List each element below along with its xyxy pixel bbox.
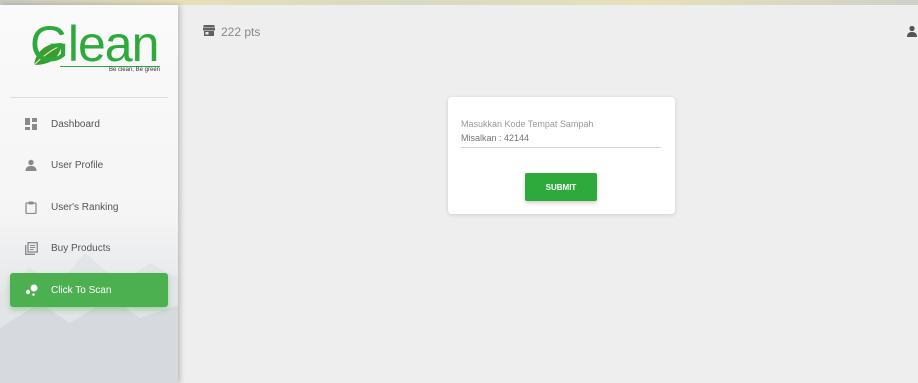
library-books-icon [24, 241, 38, 255]
clipboard-icon [24, 200, 38, 214]
sidebar-item-label: Dashboard [51, 118, 100, 130]
store-icon [203, 23, 215, 41]
sidebar-item-label: User's Ranking [51, 201, 119, 213]
person-icon [24, 158, 38, 172]
logo-tagline: Be clean, Be green [108, 67, 160, 73]
sidebar-item-label: User Profile [51, 159, 104, 171]
user-account-icon[interactable] [906, 24, 918, 37]
sidebar-item-label: Click To Scan [51, 284, 112, 296]
points-display: 222 pts [203, 23, 260, 41]
sidebar-divider [10, 97, 168, 98]
sidebar: Glean Be clean, Be green Dashboard User … [0, 5, 178, 383]
sidebar-item-user-profile[interactable]: User Profile [10, 148, 168, 182]
logo-wordmark: Glean [30, 16, 159, 72]
submit-button[interactable]: SUBMIT [525, 173, 597, 201]
sidebar-item-dashboard[interactable]: Dashboard [10, 107, 168, 141]
sidebar-item-users-ranking[interactable]: User's Ranking [10, 190, 168, 224]
points-label: 222 pts [221, 25, 261, 39]
sidebar-item-buy-products[interactable]: Buy Products [10, 231, 168, 265]
bubble-chart-icon [24, 283, 38, 297]
sidebar-item-label: Buy Products [51, 242, 111, 254]
scan-code-card: Masukkan Kode Tempat Sampah SUBMIT [448, 97, 675, 214]
bin-code-input[interactable] [461, 133, 661, 148]
brand-logo[interactable]: Glean Be clean, Be green [30, 16, 162, 77]
sidebar-item-click-to-scan[interactable]: Click To Scan [10, 273, 168, 307]
dashboard-icon [24, 117, 38, 131]
bin-code-label: Masukkan Kode Tempat Sampah [461, 119, 594, 129]
